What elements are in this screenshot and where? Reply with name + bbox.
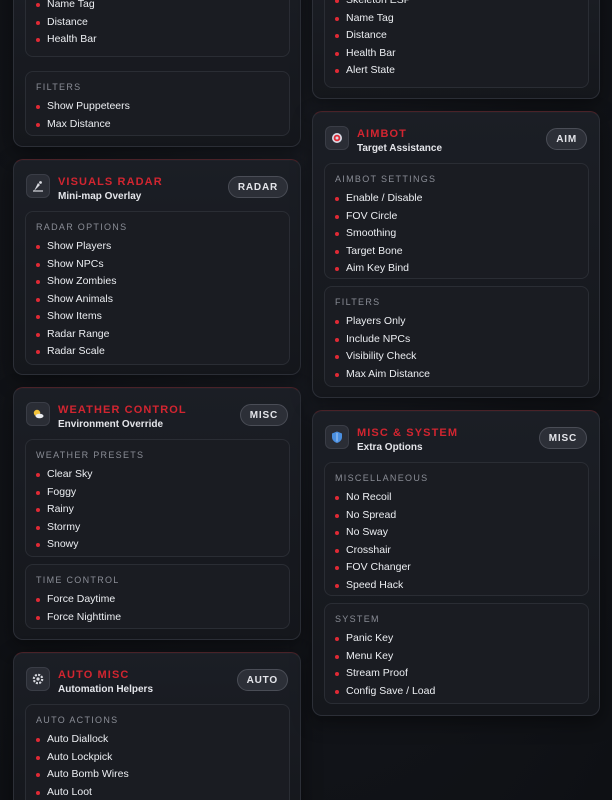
misc-badge-button[interactable]: MISC — [239, 404, 288, 426]
list-item[interactable]: Foggy — [36, 484, 93, 502]
list-item[interactable]: Name Tag — [335, 10, 411, 28]
list-item[interactable]: Stormy — [36, 519, 93, 537]
list-item[interactable]: Visibility Check — [335, 348, 430, 366]
list-item[interactable]: Enable / Disable — [335, 190, 422, 208]
list-item[interactable]: No Recoil — [335, 489, 411, 507]
list-item[interactable]: Radar Range — [36, 326, 116, 344]
list-item[interactable]: Panic Key — [335, 630, 435, 648]
card-subtitle: Mini-map Overlay — [58, 191, 142, 202]
list-item[interactable]: Menu Key — [335, 648, 435, 666]
section-time-control: TIME CONTROL Force Daytime Force Nightti… — [25, 564, 290, 629]
list-item[interactable]: Show Puppeteers — [36, 98, 130, 116]
card-subtitle: Environment Override — [58, 419, 164, 430]
list-item[interactable]: FOV Circle — [335, 208, 422, 226]
card-title: AUTO MISC — [58, 669, 130, 681]
list-item[interactable]: Health Bar — [335, 45, 411, 63]
section-title: AUTO ACTIONS — [36, 715, 119, 725]
list-item[interactable]: Max Distance — [36, 116, 130, 134]
card-header: VISUALS RADAR Mini-map Overlay RADAR — [14, 160, 300, 210]
section-title: FILTERS — [36, 82, 82, 92]
card-visuals-radar: VISUALS RADAR Mini-map Overlay RADAR RAD… — [13, 159, 301, 375]
section-title: MISCELLANEOUS — [335, 473, 429, 483]
section-title: TIME CONTROL — [36, 575, 120, 585]
card-header: AUTO MISC Automation Helpers AUTO — [14, 653, 300, 703]
section-title: AIMBOT SETTINGS — [335, 174, 437, 184]
card-visuals-esp: Name Tag Distance Health Bar FILTERS Sho… — [13, 0, 301, 147]
list-item[interactable]: Stream Proof — [335, 665, 435, 683]
list-item[interactable]: No Spread — [335, 507, 411, 525]
list-item[interactable]: Snowy — [36, 536, 93, 554]
section-weather-presets: WEATHER PRESETS Clear Sky Foggy Rainy St… — [25, 439, 290, 557]
list-item[interactable]: Target Bone — [335, 243, 422, 261]
card-subtitle: Automation Helpers — [58, 684, 154, 695]
weather-icon — [26, 402, 50, 426]
list-item[interactable]: Smoothing — [335, 225, 422, 243]
section-system: SYSTEM Panic Key Menu Key Stream Proof C… — [324, 603, 589, 704]
section-miscellaneous: MISCELLANEOUS No Recoil No Spread No Swa… — [324, 462, 589, 596]
list-item[interactable]: Show Items — [36, 308, 116, 326]
list-item[interactable]: Auto Lockpick — [36, 749, 129, 767]
list-item[interactable]: Max Aim Distance — [335, 366, 430, 384]
section-aimbot-settings: AIMBOT SETTINGS Enable / Disable FOV Cir… — [324, 163, 589, 279]
list-item[interactable]: Auto Loot — [36, 784, 129, 800]
card-title: WEATHER CONTROL — [58, 404, 187, 416]
card-auto-misc: AUTO MISC Automation Helpers AUTO AUTO A… — [13, 652, 301, 800]
section-title: FILTERS — [335, 297, 381, 307]
list-item[interactable]: Force Daytime — [36, 591, 121, 609]
list-item[interactable]: Include NPCs — [335, 331, 430, 349]
gear-icon — [26, 667, 50, 691]
card-weather-control: WEATHER CONTROL Environment Override MIS… — [13, 387, 301, 640]
list-item[interactable]: Clear Sky — [36, 466, 93, 484]
aim-badge-button[interactable]: AIM — [546, 128, 587, 150]
list-item[interactable]: Distance — [36, 14, 97, 32]
section-esp-options: Name Tag Distance Health Bar — [25, 0, 290, 57]
radar-badge-button[interactable]: RADAR — [227, 176, 288, 198]
list-item[interactable]: Health Bar — [36, 31, 97, 49]
list-item[interactable]: Show Zombies — [36, 273, 116, 291]
section-radar-options: RADAR OPTIONS Show Players Show NPCs Sho… — [25, 211, 290, 365]
list-item[interactable]: FOV Changer — [335, 559, 411, 577]
list-item[interactable]: Aim Key Bind — [335, 260, 422, 278]
list-item[interactable]: Config Save / Load — [335, 683, 435, 701]
section-filters: FILTERS Show Puppeteers Max Distance — [25, 71, 290, 136]
section-auto-actions: AUTO ACTIONS Auto Diallock Auto Lockpick… — [25, 704, 290, 800]
card-subtitle: Target Assistance — [357, 143, 443, 154]
list-item[interactable]: Radar Scale — [36, 343, 116, 361]
shield-icon — [325, 425, 349, 449]
list-item[interactable]: Speed Hack — [335, 577, 411, 595]
card-header: MISC & SYSTEM Extra Options MISC — [313, 411, 599, 461]
target-icon — [325, 126, 349, 150]
card-title: VISUALS RADAR — [58, 176, 163, 188]
list-item[interactable]: Auto Diallock — [36, 731, 129, 749]
card-title: AIMBOT — [357, 128, 407, 140]
card-title: MISC & SYSTEM — [357, 427, 459, 439]
list-item[interactable]: Show Players — [36, 238, 116, 256]
card-header: WEATHER CONTROL Environment Override MIS… — [14, 388, 300, 438]
section-title: WEATHER PRESETS — [36, 450, 145, 460]
card-misc-system: MISC & SYSTEM Extra Options MISC MISCELL… — [312, 410, 600, 716]
list-item[interactable]: Force Nighttime — [36, 609, 121, 627]
card-npc-esp: Skeleton ESP Name Tag Distance Health Ba… — [312, 0, 600, 99]
list-item[interactable]: Crosshair — [335, 542, 411, 560]
list-item[interactable]: Skeleton ESP — [335, 0, 411, 10]
list-item[interactable]: Alert State — [335, 62, 411, 80]
misc-badge-button[interactable]: MISC — [538, 427, 587, 449]
auto-badge-button[interactable]: AUTO — [236, 669, 288, 691]
section-esp-options: Skeleton ESP Name Tag Distance Health Ba… — [324, 0, 589, 88]
list-item[interactable]: Distance — [335, 27, 411, 45]
list-item[interactable]: Name Tag — [36, 0, 97, 14]
list-item[interactable]: Show NPCs — [36, 256, 116, 274]
card-subtitle: Extra Options — [357, 442, 423, 453]
section-title: SYSTEM — [335, 614, 380, 624]
card-header: AIMBOT Target Assistance AIM — [313, 112, 599, 162]
list-item[interactable]: No Sway — [335, 524, 411, 542]
section-filters: FILTERS Players Only Include NPCs Visibi… — [324, 286, 589, 387]
card-aimbot: AIMBOT Target Assistance AIM AIMBOT SETT… — [312, 111, 600, 398]
list-item[interactable]: Show Animals — [36, 291, 116, 309]
radar-icon — [26, 174, 50, 198]
section-title: RADAR OPTIONS — [36, 222, 128, 232]
list-item[interactable]: Auto Bomb Wires — [36, 766, 129, 784]
list-item[interactable]: Rainy — [36, 501, 93, 519]
list-item[interactable]: Players Only — [335, 313, 430, 331]
